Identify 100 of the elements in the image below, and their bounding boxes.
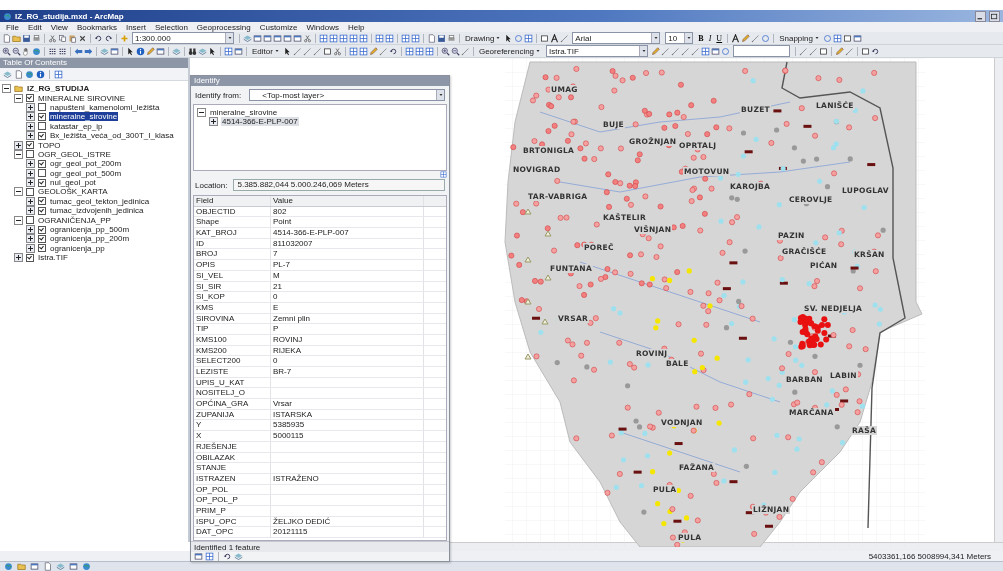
layers-icon[interactable] (243, 33, 252, 43)
layer-name[interactable]: GEOLOŠK_KARTA (37, 187, 109, 197)
menu-item[interactable]: Edit (27, 22, 42, 32)
layer-name[interactable]: OGRANIČENJA_PP (37, 215, 112, 225)
window-icon[interactable] (194, 552, 203, 561)
menu-item[interactable]: File (6, 22, 19, 32)
grid-icon[interactable] (424, 46, 434, 56)
expander[interactable] (197, 108, 206, 117)
menu-item[interactable]: Selection (154, 22, 188, 32)
expander[interactable] (26, 102, 35, 112)
expander[interactable] (14, 149, 23, 159)
menu-item[interactable]: Bookmarks (76, 22, 117, 32)
globe-icon[interactable] (4, 562, 13, 571)
bold-button[interactable]: B (696, 32, 706, 44)
expander[interactable] (2, 84, 11, 94)
globe-icon[interactable] (82, 562, 91, 571)
menu-item[interactable]: Customize (259, 22, 298, 32)
layers-icon[interactable] (56, 562, 65, 571)
cross-icon[interactable] (78, 33, 87, 43)
document-icon[interactable] (14, 69, 23, 79)
checkbox[interactable] (26, 188, 34, 196)
grid-icon[interactable] (375, 33, 384, 43)
grid-icon[interactable] (701, 46, 711, 56)
expander[interactable] (26, 178, 35, 188)
layer-name[interactable]: ogr_geol_pot_200m (49, 159, 123, 169)
checkbox[interactable] (38, 131, 46, 140)
menu-item[interactable]: Windows (306, 22, 339, 32)
line-icon[interactable] (302, 46, 312, 56)
checkbox[interactable] (26, 141, 34, 150)
zoom-in-icon[interactable] (440, 46, 450, 56)
menu-item[interactable]: View (50, 22, 68, 32)
layer-name[interactable]: mineralne_sirovine (49, 112, 119, 122)
arrow-left-icon[interactable] (74, 46, 83, 56)
minimize-icon[interactable] (975, 10, 986, 22)
line-icon[interactable] (661, 46, 671, 56)
copy-icon[interactable] (58, 33, 67, 43)
restore-icon[interactable] (989, 10, 1000, 22)
checkbox[interactable] (26, 216, 34, 225)
expander[interactable] (14, 215, 23, 225)
undo-icon[interactable] (223, 552, 232, 561)
scissors-icon[interactable] (332, 46, 342, 56)
arrow-right-icon[interactable] (84, 46, 93, 56)
checkbox[interactable] (38, 122, 46, 131)
scissors-icon[interactable] (303, 33, 312, 43)
layer-name[interactable]: Istra.TIF (37, 253, 69, 263)
dot-grid-icon[interactable] (48, 46, 57, 56)
window-icon[interactable] (852, 33, 862, 43)
checkbox[interactable] (38, 197, 46, 206)
grid-icon[interactable] (524, 33, 534, 43)
font-size-field[interactable]: 10 (665, 32, 694, 44)
tree-item[interactable]: 4514-366-E-PLP-007 (221, 117, 299, 126)
expander[interactable] (14, 93, 23, 103)
expander[interactable] (26, 112, 35, 122)
layer-name[interactable]: napušteni_kamenolomi_ležišta (49, 102, 161, 112)
layer-name[interactable]: tumac_izdvojenih_jedinica (49, 206, 145, 216)
menu-item[interactable]: Help (347, 22, 365, 32)
checkbox[interactable] (38, 112, 46, 121)
window-icon[interactable] (156, 46, 165, 56)
expander[interactable] (14, 140, 23, 150)
pointer-icon[interactable] (208, 46, 217, 56)
letter-icon[interactable] (731, 33, 741, 43)
layer-name[interactable]: ogranicenja_pp_500m (49, 225, 131, 235)
expander[interactable] (26, 121, 35, 131)
document-icon[interactable] (427, 33, 436, 43)
grid-icon[interactable] (224, 46, 233, 56)
grid-icon[interactable] (440, 170, 447, 178)
grid-icon[interactable] (404, 46, 414, 56)
layers-icon[interactable] (3, 69, 12, 79)
column-header[interactable]: Value (271, 196, 424, 206)
grid-icon[interactable] (414, 46, 424, 56)
layer-name[interactable]: ogr_geol_pot_500m (49, 168, 123, 178)
expander[interactable] (26, 131, 35, 141)
layers-icon[interactable] (172, 46, 181, 56)
expander[interactable] (26, 196, 35, 206)
dot-grid-icon[interactable] (58, 46, 67, 56)
clipboard-icon[interactable] (68, 33, 77, 43)
checkbox[interactable] (38, 178, 46, 187)
grid-icon[interactable] (385, 33, 394, 43)
window-icon[interactable] (711, 46, 721, 56)
line-icon[interactable] (799, 46, 809, 56)
globe-icon[interactable] (25, 69, 34, 79)
input-field[interactable] (733, 45, 791, 57)
checkbox[interactable] (38, 169, 46, 178)
info-icon[interactable] (36, 69, 45, 79)
checkbox[interactable] (38, 244, 46, 253)
toolbar-menu[interactable]: Snapping (777, 32, 822, 44)
layer-name[interactable]: TOPO (37, 140, 62, 150)
expander[interactable] (26, 243, 35, 253)
layer-name[interactable]: nul_geol_pot (49, 178, 97, 188)
line-icon[interactable] (312, 46, 322, 56)
scrollbar[interactable] (994, 58, 1003, 542)
window-icon[interactable] (283, 33, 292, 43)
grid-icon[interactable] (348, 46, 358, 56)
window-icon[interactable] (273, 33, 282, 43)
column-header[interactable]: Field (194, 196, 271, 206)
font-field[interactable]: Arial (572, 32, 661, 44)
expander[interactable] (26, 206, 35, 216)
rectangle-icon[interactable] (540, 33, 550, 43)
zoom-out-icon[interactable] (450, 46, 460, 56)
line-icon[interactable] (671, 46, 681, 56)
